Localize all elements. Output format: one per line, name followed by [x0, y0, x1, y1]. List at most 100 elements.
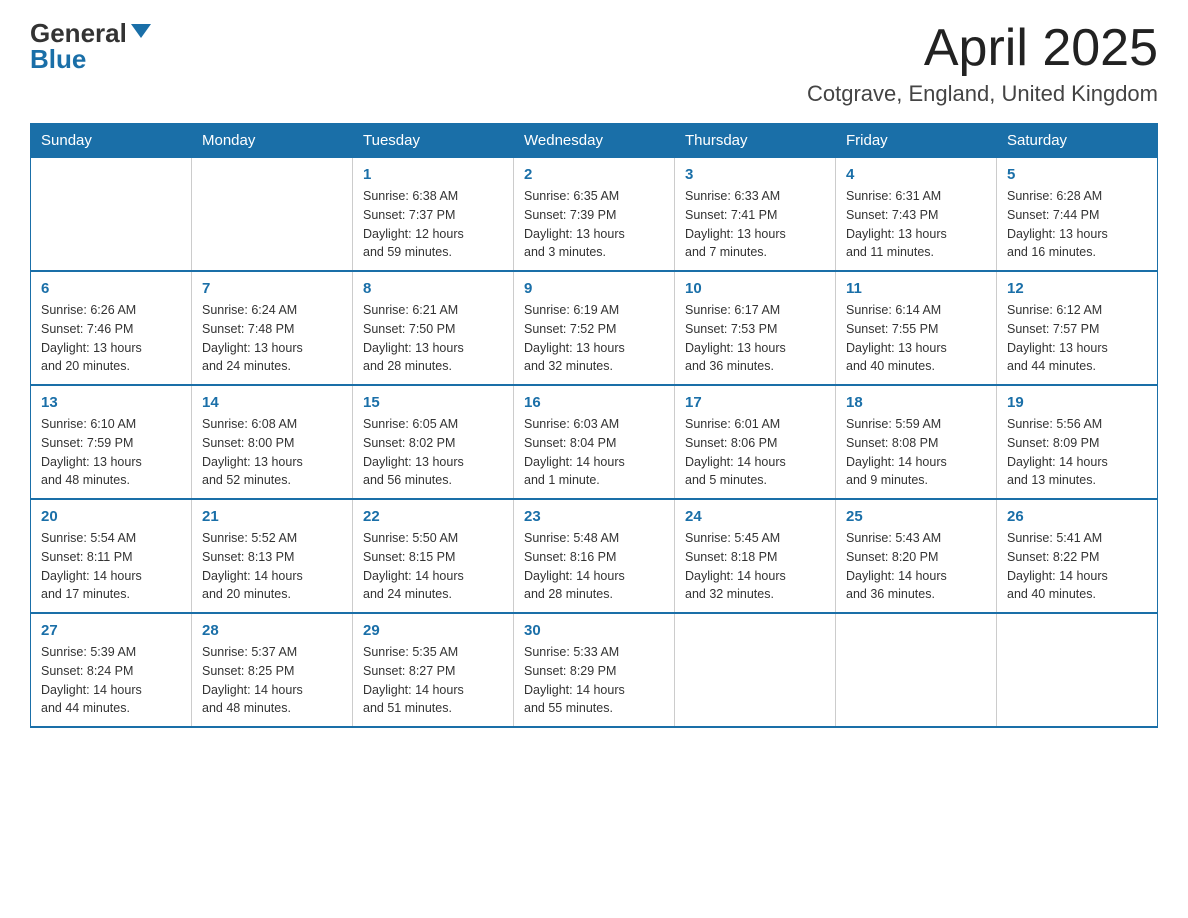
day-number: 20	[41, 508, 181, 525]
calendar-day-6: 6 Sunrise: 6:26 AM Sunset: 7:46 PM Daylig…	[31, 271, 192, 385]
day-info: Sunrise: 6:35 AM Sunset: 7:39 PM Dayligh…	[524, 187, 664, 262]
logo-blue-text: Blue	[30, 46, 86, 72]
day-info: Sunrise: 6:03 AM Sunset: 8:04 PM Dayligh…	[524, 415, 664, 490]
day-number: 1	[363, 166, 503, 183]
day-info: Sunrise: 5:52 AM Sunset: 8:13 PM Dayligh…	[202, 529, 342, 604]
day-info: Sunrise: 6:38 AM Sunset: 7:37 PM Dayligh…	[363, 187, 503, 262]
calendar-empty-cell	[836, 613, 997, 727]
calendar-day-17: 17 Sunrise: 6:01 AM Sunset: 8:06 PM Dayli…	[675, 385, 836, 499]
calendar-header-wednesday: Wednesday	[514, 124, 675, 158]
day-number: 4	[846, 166, 986, 183]
day-info: Sunrise: 6:08 AM Sunset: 8:00 PM Dayligh…	[202, 415, 342, 490]
day-number: 8	[363, 280, 503, 297]
calendar-day-12: 12 Sunrise: 6:12 AM Sunset: 7:57 PM Dayli…	[997, 271, 1158, 385]
day-info: Sunrise: 6:01 AM Sunset: 8:06 PM Dayligh…	[685, 415, 825, 490]
calendar-day-8: 8 Sunrise: 6:21 AM Sunset: 7:50 PM Daylig…	[353, 271, 514, 385]
day-number: 27	[41, 622, 181, 639]
logo: General Blue	[30, 20, 151, 72]
day-number: 30	[524, 622, 664, 639]
calendar-day-2: 2 Sunrise: 6:35 AM Sunset: 7:39 PM Daylig…	[514, 158, 675, 272]
calendar-day-15: 15 Sunrise: 6:05 AM Sunset: 8:02 PM Dayli…	[353, 385, 514, 499]
title-area: April 2025 Cotgrave, England, United Kin…	[807, 20, 1158, 107]
day-info: Sunrise: 5:33 AM Sunset: 8:29 PM Dayligh…	[524, 643, 664, 718]
calendar-day-18: 18Sunrise: 5:59 AM Sunset: 8:08 PM Dayli…	[836, 385, 997, 499]
logo-triangle-icon	[131, 24, 151, 38]
day-info: Sunrise: 6:17 AM Sunset: 7:53 PM Dayligh…	[685, 301, 825, 376]
calendar-day-24: 24 Sunrise: 5:45 AM Sunset: 8:18 PM Dayli…	[675, 499, 836, 613]
calendar-day-5: 5 Sunrise: 6:28 AM Sunset: 7:44 PM Daylig…	[997, 158, 1158, 272]
calendar-day-13: 13 Sunrise: 6:10 AM Sunset: 7:59 PM Dayli…	[31, 385, 192, 499]
day-number: 13	[41, 394, 181, 411]
day-info: Sunrise: 5:56 AM Sunset: 8:09 PM Dayligh…	[1007, 415, 1147, 490]
calendar-header-tuesday: Tuesday	[353, 124, 514, 158]
day-info: Sunrise: 6:19 AM Sunset: 7:52 PM Dayligh…	[524, 301, 664, 376]
day-info: Sunrise: 6:05 AM Sunset: 8:02 PM Dayligh…	[363, 415, 503, 490]
calendar-table: SundayMondayTuesdayWednesdayThursdayFrid…	[30, 123, 1158, 728]
day-info: Sunrise: 5:35 AM Sunset: 8:27 PM Dayligh…	[363, 643, 503, 718]
day-number: 21	[202, 508, 342, 525]
day-info: Sunrise: 6:28 AM Sunset: 7:44 PM Dayligh…	[1007, 187, 1147, 262]
day-number: 2	[524, 166, 664, 183]
day-info: Sunrise: 5:48 AM Sunset: 8:16 PM Dayligh…	[524, 529, 664, 604]
calendar-day-22: 22Sunrise: 5:50 AM Sunset: 8:15 PM Dayli…	[353, 499, 514, 613]
day-info: Sunrise: 6:12 AM Sunset: 7:57 PM Dayligh…	[1007, 301, 1147, 376]
day-info: Sunrise: 6:31 AM Sunset: 7:43 PM Dayligh…	[846, 187, 986, 262]
day-number: 9	[524, 280, 664, 297]
day-number: 17	[685, 394, 825, 411]
day-number: 28	[202, 622, 342, 639]
day-number: 5	[1007, 166, 1147, 183]
day-info: Sunrise: 6:33 AM Sunset: 7:41 PM Dayligh…	[685, 187, 825, 262]
calendar-day-23: 23 Sunrise: 5:48 AM Sunset: 8:16 PM Dayli…	[514, 499, 675, 613]
calendar-empty-cell	[192, 158, 353, 272]
day-number: 24	[685, 508, 825, 525]
day-number: 12	[1007, 280, 1147, 297]
calendar-week-row: 1 Sunrise: 6:38 AM Sunset: 7:37 PM Daylig…	[31, 158, 1158, 272]
day-info: Sunrise: 6:10 AM Sunset: 7:59 PM Dayligh…	[41, 415, 181, 490]
day-number: 7	[202, 280, 342, 297]
calendar-week-row: 27Sunrise: 5:39 AM Sunset: 8:24 PM Dayli…	[31, 613, 1158, 727]
day-number: 26	[1007, 508, 1147, 525]
day-number: 23	[524, 508, 664, 525]
page-title: April 2025	[807, 20, 1158, 77]
calendar-empty-cell	[31, 158, 192, 272]
calendar-week-row: 6 Sunrise: 6:26 AM Sunset: 7:46 PM Daylig…	[31, 271, 1158, 385]
calendar-day-30: 30 Sunrise: 5:33 AM Sunset: 8:29 PM Dayli…	[514, 613, 675, 727]
calendar-day-16: 16 Sunrise: 6:03 AM Sunset: 8:04 PM Dayli…	[514, 385, 675, 499]
day-number: 25	[846, 508, 986, 525]
calendar-day-26: 26 Sunrise: 5:41 AM Sunset: 8:22 PM Dayli…	[997, 499, 1158, 613]
calendar-day-4: 4 Sunrise: 6:31 AM Sunset: 7:43 PM Daylig…	[836, 158, 997, 272]
calendar-header-thursday: Thursday	[675, 124, 836, 158]
day-info: Sunrise: 5:50 AM Sunset: 8:15 PM Dayligh…	[363, 529, 503, 604]
calendar-header-friday: Friday	[836, 124, 997, 158]
logo-general-text: General	[30, 20, 127, 46]
day-info: Sunrise: 6:24 AM Sunset: 7:48 PM Dayligh…	[202, 301, 342, 376]
day-number: 15	[363, 394, 503, 411]
day-number: 6	[41, 280, 181, 297]
calendar-day-29: 29Sunrise: 5:35 AM Sunset: 8:27 PM Dayli…	[353, 613, 514, 727]
calendar-day-28: 28 Sunrise: 5:37 AM Sunset: 8:25 PM Dayli…	[192, 613, 353, 727]
day-info: Sunrise: 5:59 AM Sunset: 8:08 PM Dayligh…	[846, 415, 986, 490]
day-number: 11	[846, 280, 986, 297]
day-info: Sunrise: 6:21 AM Sunset: 7:50 PM Dayligh…	[363, 301, 503, 376]
day-number: 14	[202, 394, 342, 411]
day-info: Sunrise: 5:45 AM Sunset: 8:18 PM Dayligh…	[685, 529, 825, 604]
calendar-header-sunday: Sunday	[31, 124, 192, 158]
calendar-week-row: 13 Sunrise: 6:10 AM Sunset: 7:59 PM Dayli…	[31, 385, 1158, 499]
day-info: Sunrise: 5:43 AM Sunset: 8:20 PM Dayligh…	[846, 529, 986, 604]
calendar-header-row: SundayMondayTuesdayWednesdayThursdayFrid…	[31, 124, 1158, 158]
day-number: 16	[524, 394, 664, 411]
calendar-day-7: 7 Sunrise: 6:24 AM Sunset: 7:48 PM Daylig…	[192, 271, 353, 385]
day-info: Sunrise: 5:41 AM Sunset: 8:22 PM Dayligh…	[1007, 529, 1147, 604]
day-info: Sunrise: 6:26 AM Sunset: 7:46 PM Dayligh…	[41, 301, 181, 376]
subtitle: Cotgrave, England, United Kingdom	[807, 81, 1158, 107]
calendar-day-10: 10 Sunrise: 6:17 AM Sunset: 7:53 PM Dayli…	[675, 271, 836, 385]
calendar-day-25: 25 Sunrise: 5:43 AM Sunset: 8:20 PM Dayli…	[836, 499, 997, 613]
calendar-day-3: 3Sunrise: 6:33 AM Sunset: 7:41 PM Daylig…	[675, 158, 836, 272]
calendar-day-27: 27Sunrise: 5:39 AM Sunset: 8:24 PM Dayli…	[31, 613, 192, 727]
day-info: Sunrise: 5:37 AM Sunset: 8:25 PM Dayligh…	[202, 643, 342, 718]
calendar-day-19: 19 Sunrise: 5:56 AM Sunset: 8:09 PM Dayli…	[997, 385, 1158, 499]
calendar-header-saturday: Saturday	[997, 124, 1158, 158]
day-number: 19	[1007, 394, 1147, 411]
day-number: 10	[685, 280, 825, 297]
calendar-day-21: 21 Sunrise: 5:52 AM Sunset: 8:13 PM Dayli…	[192, 499, 353, 613]
